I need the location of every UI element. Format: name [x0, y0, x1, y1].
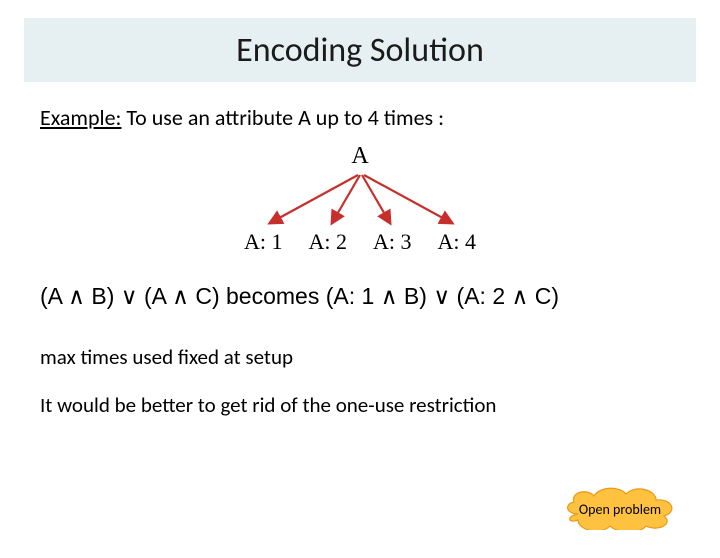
and-icon: ∧ [512, 283, 529, 309]
formula-seg: (A [40, 283, 68, 309]
formula-seg: C) [528, 283, 559, 309]
formula-seg: B) [398, 283, 434, 309]
tree-root: A [351, 143, 368, 170]
slide-title: Encoding Solution [236, 30, 484, 71]
open-problem-callout: Open problem [560, 486, 680, 530]
slide-content: Example: To use an attribute A up to 4 t… [0, 82, 720, 418]
tree-arrows [240, 173, 480, 229]
callout-label: Open problem [560, 486, 680, 530]
tree-leaf: A: 2 [309, 229, 348, 255]
formula-seg: (A [138, 283, 173, 309]
example-prefix: Example: [40, 104, 121, 131]
or-icon: ∨ [121, 283, 138, 309]
tree-leaf: A: 3 [373, 229, 412, 255]
and-icon: ∧ [68, 283, 85, 309]
tree-leaf: A: 4 [438, 229, 477, 255]
formula-seg: (A: 2 [450, 283, 511, 309]
example-text-before: To use an attribute [121, 104, 298, 131]
title-band: Encoding Solution [24, 18, 696, 82]
example-line: Example: To use an attribute A up to 4 t… [40, 104, 680, 131]
and-icon: ∧ [381, 283, 398, 309]
max-times-line: max times used fixed at setup [40, 344, 680, 370]
better-line: It would be better to get rid of the one… [40, 392, 680, 418]
or-icon: ∨ [433, 283, 450, 309]
tree-leaves: A: 1 A: 2 A: 3 A: 4 [244, 229, 476, 255]
tree-leaf: A: 1 [244, 229, 283, 255]
example-attr: A [298, 104, 311, 131]
formula-seg: B) [85, 283, 121, 309]
and-icon: ∧ [172, 283, 189, 309]
formula-seg: C) becomes (A: 1 [189, 283, 381, 309]
example-text-after: up to 4 times : [311, 104, 444, 131]
tree-diagram: A A: 1 A: 2 A: 3 A: 4 [40, 143, 680, 263]
formula-line: (A ∧ B) ∨ (A ∧ C) becomes (A: 1 ∧ B) ∨ (… [40, 283, 680, 310]
